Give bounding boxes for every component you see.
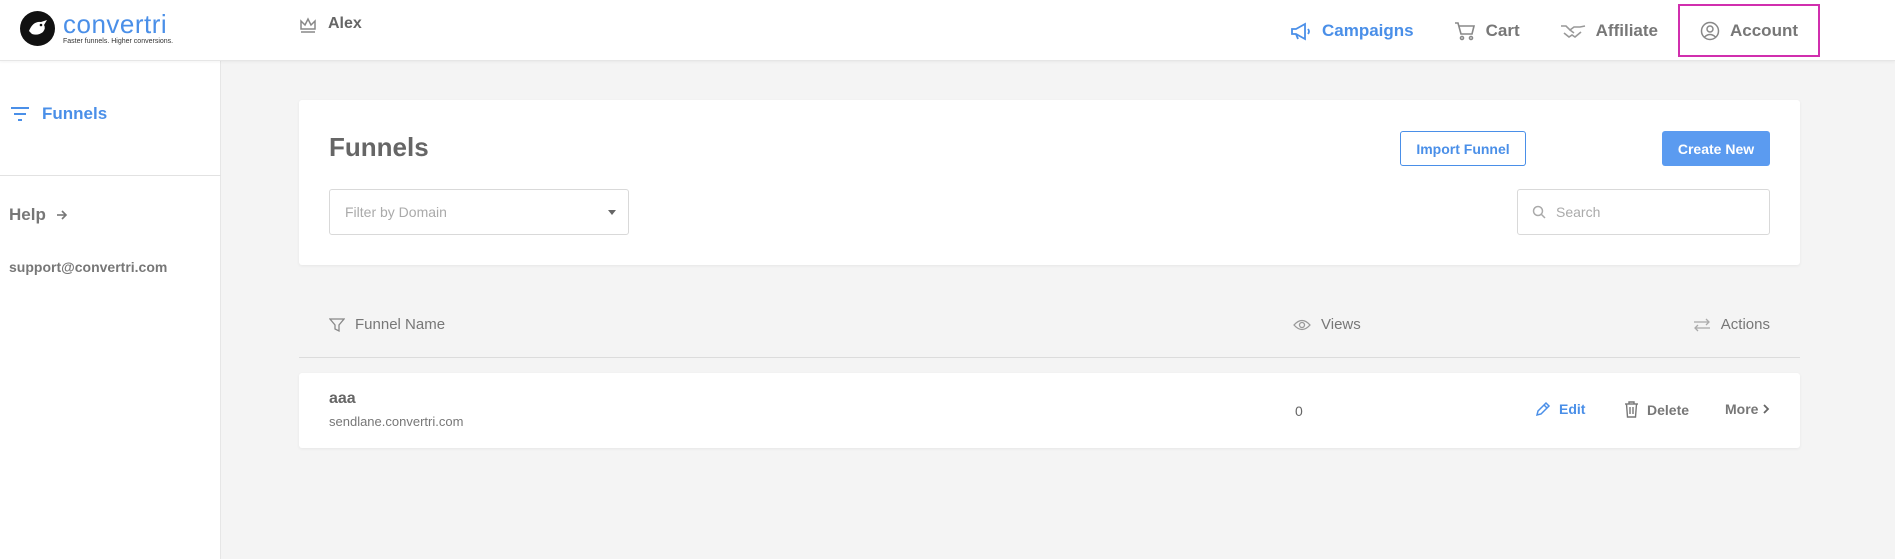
caret-down-icon bbox=[608, 210, 616, 215]
column-funnel-name[interactable]: Funnel Name bbox=[329, 316, 445, 333]
funnel-views: 0 bbox=[1295, 403, 1303, 419]
column-views[interactable]: Views bbox=[1293, 316, 1361, 333]
eye-icon bbox=[1293, 318, 1311, 332]
delete-label: Delete bbox=[1647, 401, 1690, 418]
column-actions: Actions bbox=[1693, 316, 1770, 333]
pencil-icon bbox=[1535, 401, 1551, 417]
nav-campaigns-label: Campaigns bbox=[1322, 20, 1414, 40]
edit-button[interactable]: Edit bbox=[1535, 401, 1585, 417]
chevron-right-icon bbox=[1762, 403, 1770, 415]
help-link[interactable]: Help bbox=[9, 205, 68, 225]
funnel-domain: sendlane.convertri.com bbox=[329, 414, 464, 429]
edit-label: Edit bbox=[1559, 401, 1586, 417]
more-label: More bbox=[1725, 401, 1759, 417]
logo-mark-icon bbox=[20, 10, 55, 46]
megaphone-icon bbox=[1290, 21, 1312, 41]
arrow-right-icon bbox=[56, 209, 68, 221]
domain-filter-select[interactable]: Filter by Domain bbox=[329, 189, 629, 235]
domain-filter-placeholder: Filter by Domain bbox=[345, 204, 447, 220]
nav-cart[interactable]: Cart bbox=[1434, 4, 1540, 57]
sidebar-divider bbox=[0, 175, 221, 176]
top-header: convertri Faster funnels. Higher convers… bbox=[0, 0, 1895, 61]
nav-account[interactable]: Account bbox=[1678, 4, 1820, 57]
search-input[interactable]: Search bbox=[1517, 189, 1770, 235]
search-placeholder: Search bbox=[1556, 204, 1601, 220]
column-funnel-name-label: Funnel Name bbox=[355, 316, 446, 333]
search-icon bbox=[1532, 205, 1546, 219]
page-title: Funnels bbox=[329, 132, 429, 162]
crown-icon bbox=[298, 14, 318, 34]
logo-name: convertri bbox=[63, 8, 168, 39]
column-actions-label: Actions bbox=[1720, 316, 1770, 333]
nav-account-label: Account bbox=[1730, 20, 1798, 40]
table-row[interactable]: aaa sendlane.convertri.com 0 Edit Delete… bbox=[299, 373, 1800, 448]
funnels-panel: Funnels Import Funnel Create New Filter … bbox=[299, 100, 1800, 265]
user-menu[interactable]: Alex bbox=[298, 14, 362, 34]
filter-lines-icon bbox=[10, 106, 30, 122]
column-views-label: Views bbox=[1321, 316, 1361, 333]
support-email-link[interactable]: support@convertri.com bbox=[9, 259, 167, 275]
nav-affiliate[interactable]: Affiliate bbox=[1540, 4, 1678, 57]
sidebar: Funnels Help support@convertri.com bbox=[0, 61, 221, 559]
create-new-button[interactable]: Create New bbox=[1662, 131, 1770, 166]
nav-affiliate-label: Affiliate bbox=[1595, 20, 1658, 40]
logo-tagline: Faster funnels. Higher conversions. bbox=[63, 37, 174, 45]
main-nav: Campaigns Cart Affiliate Account bbox=[1270, 0, 1820, 61]
cart-icon bbox=[1454, 21, 1476, 41]
help-label: Help bbox=[9, 205, 46, 224]
delete-button[interactable]: Delete bbox=[1624, 401, 1689, 418]
funnel-filter-icon bbox=[329, 317, 345, 333]
import-funnel-button[interactable]: Import Funnel bbox=[1400, 131, 1526, 166]
table-header: Funnel Name Views Actions bbox=[299, 306, 1800, 358]
user-circle-icon bbox=[1700, 21, 1720, 41]
more-button[interactable]: More bbox=[1725, 401, 1770, 417]
trash-icon bbox=[1624, 401, 1639, 418]
user-name: Alex bbox=[328, 15, 362, 32]
swap-arrows-icon bbox=[1693, 318, 1711, 332]
handshake-icon bbox=[1560, 22, 1586, 40]
sidebar-item-funnels-label: Funnels bbox=[42, 104, 108, 123]
convertri-logo[interactable]: convertri Faster funnels. Higher convers… bbox=[20, 8, 173, 48]
funnel-title[interactable]: aaa bbox=[329, 390, 356, 408]
nav-campaigns[interactable]: Campaigns bbox=[1270, 4, 1434, 57]
sidebar-item-funnels[interactable]: Funnels bbox=[10, 104, 107, 124]
nav-cart-label: Cart bbox=[1485, 20, 1520, 40]
